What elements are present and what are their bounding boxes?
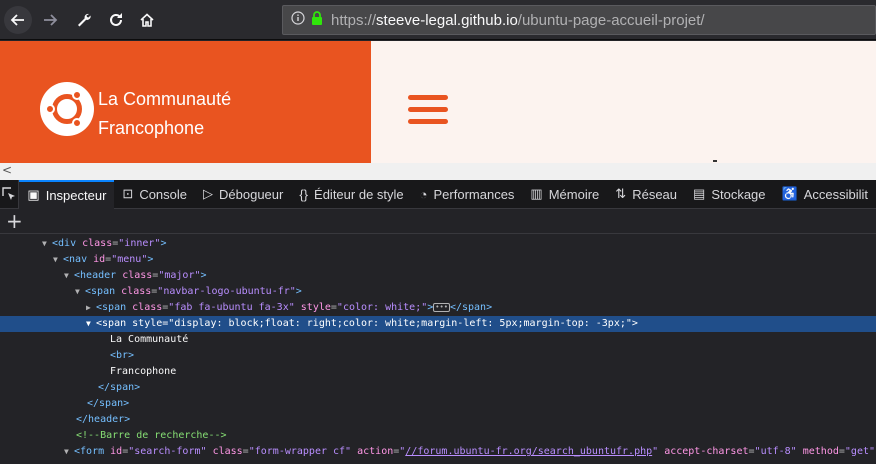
tab-debugger[interactable]: ▷ Débogueur [195,180,291,209]
element-picker-button[interactable] [0,179,20,209]
collapse-icon[interactable]: ▼ [75,284,85,300]
brand-line-1: La Communauté [98,89,232,109]
tree-node[interactable]: ▶ <span class="fab fa-ubuntu fa-3x" style… [0,300,876,316]
forward-button[interactable] [36,6,64,34]
collapse-icon[interactable]: ▼ [64,444,74,460]
tree-node[interactable]: ▼ <div class="inner"> [0,236,876,252]
arrow-left-icon [10,14,24,26]
site-brand: La Communauté Francophone [98,85,231,143]
tree-node-selected[interactable]: ▼ <span style="display: block;float: righ… [0,316,876,332]
inspector-icon: ▣ [27,187,40,202]
tree-node[interactable]: ▼ <header class="major"> [0,268,876,284]
collapse-icon[interactable]: ▼ [42,236,52,252]
url-protocol: https:// [331,11,377,29]
picker-icon [2,187,16,200]
devtools-toolbar: ▣ Inspecteur ⊡ Console ▷ Débogueur {} Éditeu… [0,179,876,209]
add-node-button[interactable]: + [6,209,23,233]
reload-icon [110,13,122,26]
debugger-icon: ▷ [203,186,214,201]
form-action-link[interactable]: //forum.ubuntu-fr.org/search_ubuntufr.ph… [405,446,652,457]
tree-node[interactable]: ▼ <span class="navbar-logo-ubuntu-fr"> [0,284,876,300]
style-editor-icon: {} [299,186,309,202]
tree-closing-tag[interactable]: </span> [0,396,876,412]
url-bar[interactable]: https://steeve-legal.github.io/ubuntu-pa… [282,5,876,35]
arrow-right-icon [44,14,58,26]
tree-closing-tag[interactable]: </span> [0,380,876,396]
header-brand-panel: La Communauté Francophone [0,41,371,163]
collapse-icon[interactable]: ▼ [64,268,74,284]
lock-icon [311,11,323,29]
collapse-icon[interactable]: ▼ [86,316,96,332]
tab-console[interactable]: ⊡ Console [114,180,195,209]
collapsed-content-icon[interactable]: ••• [433,302,450,312]
markup-tree: ▼ <div class="inner"> ▼ <nav id="menu"> ▼ <… [0,234,876,464]
storage-icon: ▤ [693,186,706,201]
tools-button[interactable] [70,6,98,34]
tree-text-node[interactable]: La Communauté [0,332,876,348]
scroll-left-icon[interactable]: < [2,163,12,177]
brand-line-2: Francophone [98,118,205,138]
page-artifact [713,160,717,162]
tree-text-node[interactable]: Francophone [0,364,876,380]
site-info-icon[interactable] [291,11,305,29]
back-button[interactable] [4,6,32,34]
page-viewport: La Communauté Francophone [0,41,876,163]
home-icon [140,13,154,27]
horizontal-scrollbar[interactable]: < [0,163,876,180]
url-path: /ubuntu-page-accueil-projet/ [517,11,705,29]
accessibility-icon: ♿ [781,186,798,201]
tab-storage[interactable]: ▤ Stockage [685,180,774,209]
tab-performance[interactable]: ◔ Performances [412,180,523,209]
network-icon: ⇅ [615,186,627,201]
url-host: steeve-legal.github.io [376,11,518,29]
expand-icon[interactable]: ▶ [86,300,96,316]
inspector-subtoolbar: + [0,209,876,234]
tab-accessibility[interactable]: ♿ Accessibilit [774,180,876,209]
browser-toolbar: https://steeve-legal.github.io/ubuntu-pa… [0,0,876,40]
tree-closing-tag[interactable]: </header> [0,412,876,428]
home-button[interactable] [133,6,161,34]
tree-node[interactable]: ▼ <form id="search-form" class="form-wrap… [0,444,876,460]
tab-memory[interactable]: ▥ Mémoire [522,180,607,209]
tree-node[interactable]: ▼ <nav id="menu"> [0,252,876,268]
console-icon: ⊡ [122,186,134,201]
tree-comment[interactable]: <!--Barre de recherche--> [0,428,876,444]
tab-inspector[interactable]: ▣ Inspecteur [19,179,115,209]
reload-button[interactable] [102,6,130,34]
tab-network[interactable]: ⇅ Réseau [607,180,685,209]
memory-icon: ▥ [530,186,543,201]
collapse-icon[interactable]: ▼ [53,252,63,268]
performance-icon: ◔ [419,186,428,202]
hamburger-menu-icon[interactable] [408,95,448,131]
tree-node[interactable]: <br> [0,348,876,364]
ubuntu-logo-icon[interactable] [40,82,94,136]
tab-style-editor[interactable]: {} Éditeur de style [291,180,411,209]
wrench-icon [78,13,91,27]
